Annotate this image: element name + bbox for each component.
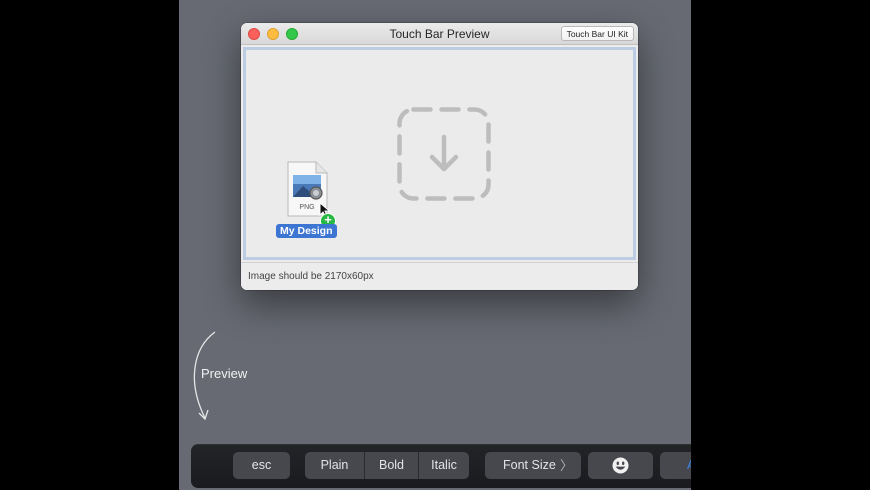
desktop-stage: Touch Bar Preview Touch Bar UI Kit PNG +… xyxy=(179,0,691,490)
window-titlebar[interactable]: Touch Bar Preview Touch Bar UI Kit xyxy=(241,23,638,45)
smiley-icon xyxy=(612,457,629,474)
preview-window: Touch Bar Preview Touch Bar UI Kit PNG +… xyxy=(241,23,638,290)
style-plain-button[interactable]: Plain xyxy=(305,452,364,479)
dragged-file[interactable]: PNG + My Design xyxy=(274,161,342,241)
window-status-bar: Image should be 2170x60px xyxy=(241,262,638,290)
status-text: Image should be 2170x60px xyxy=(248,271,374,282)
emoji-button[interactable] xyxy=(588,452,653,479)
image-drop-zone[interactable]: PNG + My Design xyxy=(243,47,636,260)
download-drop-icon xyxy=(397,107,491,201)
font-size-button[interactable]: Font Size 〉 xyxy=(485,452,581,479)
touch-bar: esc Plain Bold Italic Font Size 〉 A xyxy=(191,444,691,488)
style-bold-button[interactable]: Bold xyxy=(364,452,418,479)
chevron-right-icon: 〉 xyxy=(559,458,573,473)
esc-key[interactable]: esc xyxy=(233,452,290,479)
touch-bar-ui-kit-button[interactable]: Touch Bar UI Kit xyxy=(560,26,634,41)
font-size-label: Font Size xyxy=(503,458,556,472)
style-italic-button[interactable]: Italic xyxy=(418,452,469,479)
text-color-button[interactable]: A xyxy=(660,452,691,479)
text-style-segmented-control: Plain Bold Italic xyxy=(305,452,469,479)
file-type-label: PNG xyxy=(299,204,314,211)
file-name-label: My Design xyxy=(276,224,337,238)
preview-annotation: Preview xyxy=(201,366,248,381)
